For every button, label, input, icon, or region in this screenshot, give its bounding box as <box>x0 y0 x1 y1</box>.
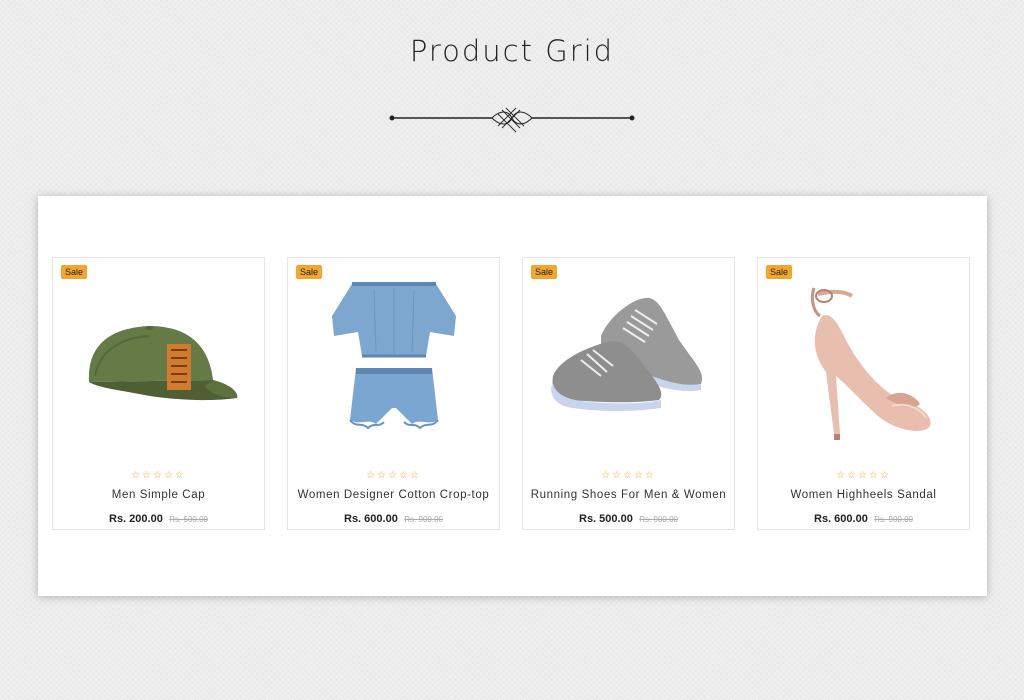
rating-stars: ☆☆☆☆☆ <box>131 470 186 481</box>
product-name[interactable]: Running Shoes For Men & Women <box>523 489 734 501</box>
old-price: Rs. 900.00 <box>874 515 913 524</box>
product-price: Rs. 500.00 <box>579 513 633 525</box>
cap-icon[interactable] <box>69 276 249 446</box>
price-row: Rs. 500.00 Rs. 900.00 <box>523 509 734 527</box>
product-card[interactable]: Sale ☆☆☆☆☆ Women Designer Cotton Crop-to… <box>287 257 500 530</box>
rating-stars: ☆☆☆☆☆ <box>366 470 421 481</box>
old-price: Rs. 900.00 <box>639 515 678 524</box>
product-price: Rs. 600.00 <box>344 513 398 525</box>
product-card[interactable]: Sale ☆☆☆☆☆ Men Simple Cap Rs. 200.00 Rs.… <box>52 257 265 530</box>
old-price: Rs. 500.00 <box>169 515 208 524</box>
product-price: Rs. 200.00 <box>109 513 163 525</box>
rating-stars: ☆☆☆☆☆ <box>836 470 891 481</box>
product-card[interactable]: Sale ☆☆☆☆☆ Women Highheels Sandal Rs. 60… <box>757 257 970 530</box>
sandal-icon[interactable] <box>774 276 954 446</box>
crop-top-icon[interactable] <box>304 276 484 446</box>
page-title: Product Grid <box>409 34 615 68</box>
price-row: Rs. 600.00 Rs. 900.00 <box>288 509 499 527</box>
product-name[interactable]: Women Designer Cotton Crop-top <box>288 489 499 501</box>
rating-stars: ☆☆☆☆☆ <box>601 470 656 481</box>
price-row: Rs. 200.00 Rs. 500.00 <box>53 509 264 527</box>
price-row: Rs. 600.00 Rs. 900.00 <box>758 509 969 527</box>
product-price: Rs. 600.00 <box>814 513 868 525</box>
product-grid-panel: Sale ☆☆☆☆☆ Men Simple Cap Rs. 200.00 Rs.… <box>38 196 987 596</box>
old-price: Rs. 900.00 <box>404 515 443 524</box>
product-name[interactable]: Men Simple Cap <box>53 489 264 501</box>
product-card[interactable]: Sale ☆☆☆☆☆ Running Shoes For Men & Women… <box>522 257 735 530</box>
product-name[interactable]: Women Highheels Sandal <box>758 489 969 501</box>
ornament-divider <box>389 107 635 133</box>
shoes-icon[interactable] <box>539 276 719 446</box>
